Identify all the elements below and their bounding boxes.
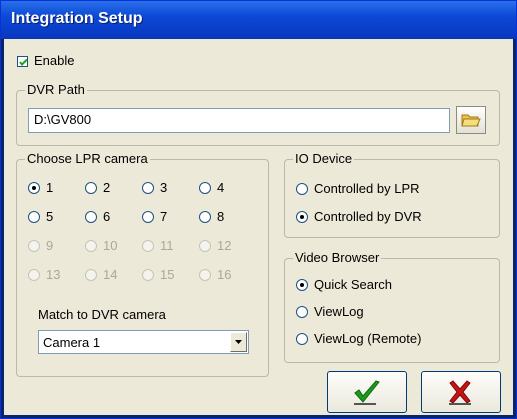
camera-option-2-radio[interactable] [85,182,97,194]
enable-checkbox[interactable] [17,56,28,67]
video-browser-option-2-label[interactable]: ViewLog [314,304,364,319]
camera-option-7-radio[interactable] [142,211,154,223]
camera-option-8-label[interactable]: 8 [217,209,224,224]
radio-selected-dot [300,283,304,287]
video-browser-group-title: Video Browser [293,250,382,265]
camera-option-13-radio [28,269,40,281]
dialog-body: Enable DVR Path D:\GV800 Choose LPR came… [4,39,513,415]
lpr-camera-group-title: Choose LPR camera [25,151,150,166]
chevron-down-icon [235,340,242,344]
dvr-path-group-title: DVR Path [25,82,87,97]
video-browser-option-2-radio[interactable] [296,306,308,318]
folder-open-icon [461,114,481,127]
camera-option-4-label[interactable]: 4 [217,180,224,195]
video-browser-option-3-label[interactable]: ViewLog (Remote) [314,331,421,346]
dvr-path-input[interactable]: D:\GV800 [28,108,450,133]
camera-option-12-label: 12 [217,238,232,253]
enable-label: Enable [34,53,75,68]
camera-option-4-radio[interactable] [199,182,211,194]
match-dvr-label: Match to DVR camera [38,307,166,322]
camera-option-10-radio [85,240,97,252]
camera-option-16-label: 16 [217,267,232,282]
x-mark-icon [449,380,471,405]
camera-option-14-radio [85,269,97,281]
camera-option-1-radio[interactable] [28,182,40,194]
camera-option-11-radio [142,240,154,252]
dropdown-arrow[interactable] [230,332,247,352]
camera-option-6-radio[interactable] [85,211,97,223]
io-device-option-1-radio[interactable] [296,183,308,195]
camera-option-6-label[interactable]: 6 [103,209,110,224]
checkmark-icon [354,380,380,405]
io-device-option-2-radio[interactable] [296,211,308,223]
io-device-option-2-label[interactable]: Controlled by DVR [314,209,422,224]
dvr-camera-select-value: Camera 1 [43,335,101,350]
camera-option-3-label[interactable]: 3 [160,180,167,195]
camera-option-13-label: 13 [46,267,61,282]
camera-option-11-label: 11 [160,238,174,253]
camera-option-7-label[interactable]: 7 [160,209,167,224]
window-title: Integration Setup [11,10,143,27]
radio-selected-dot [32,186,36,190]
video-browser-option-1-label[interactable]: Quick Search [314,277,392,292]
camera-option-5-label[interactable]: 5 [46,209,53,224]
camera-option-15-label: 15 [160,267,175,282]
title-bar[interactable]: Integration Setup [1,1,516,39]
check-icon [19,58,28,66]
camera-option-9-label: 9 [46,238,54,253]
video-browser-option-3-radio[interactable] [296,333,308,345]
camera-option-15-radio [142,269,154,281]
camera-option-10-label: 10 [103,238,118,253]
camera-option-8-radio[interactable] [199,211,211,223]
camera-option-2-label[interactable]: 2 [103,180,110,195]
io-device-group-title: IO Device [293,151,355,166]
camera-option-3-radio[interactable] [142,182,154,194]
ok-button[interactable] [327,371,407,413]
camera-option-5-radio[interactable] [28,211,40,223]
camera-option-12-radio [199,240,211,252]
camera-option-14-label: 14 [103,267,118,282]
browse-button[interactable] [456,106,486,134]
video-browser-option-1-radio[interactable] [296,279,308,291]
io-device-option-1-label[interactable]: Controlled by LPR [314,181,420,196]
dialog-window: Integration Setup Enable DVR Path D:\GV8… [0,0,517,419]
radio-selected-dot [300,215,304,219]
camera-option-16-radio [199,269,211,281]
camera-option-9-radio [28,240,40,252]
dvr-camera-select[interactable]: Camera 1 [38,330,249,354]
cancel-button[interactable] [421,371,501,413]
camera-option-1-label[interactable]: 1 [46,180,53,195]
io-device-group: IO Device [284,151,500,238]
